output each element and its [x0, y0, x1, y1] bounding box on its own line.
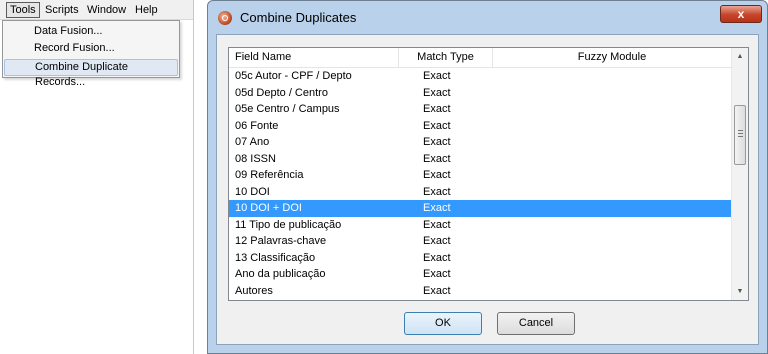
title-bar[interactable]: Combine Duplicates x — [208, 1, 767, 35]
table-row[interactable]: 05c Autor - CPF / Depto Exact — [229, 68, 732, 85]
menu-item-record-fusion[interactable]: Record Fusion... — [4, 40, 178, 57]
menu-scripts[interactable]: Scripts — [41, 3, 83, 17]
field-name-cell: 06 Fonte — [235, 119, 279, 132]
field-name-cell: Ano da publicação — [235, 268, 326, 280]
scroll-thumb[interactable] — [734, 105, 746, 165]
dialog-title: Combine Duplicates — [240, 10, 357, 25]
field-name-cell: 09 Referência — [235, 169, 304, 181]
app-separator — [193, 0, 207, 354]
menu-window[interactable]: Window — [83, 3, 130, 17]
match-type-cell: Exact — [423, 86, 451, 99]
table-row[interactable]: 10 DOI + DOI Exact — [229, 200, 732, 217]
column-header-field-name[interactable]: Field Name — [229, 48, 399, 67]
field-name-cell: 13 Classificação — [235, 251, 316, 264]
match-type-cell: Exact — [423, 185, 451, 198]
scroll-down-icon[interactable]: ▼ — [732, 283, 748, 300]
close-button[interactable]: x — [720, 5, 762, 23]
grip-icon — [738, 130, 743, 139]
field-name-cell: 05d Depto / Centro — [235, 86, 328, 99]
column-header-match-type[interactable]: Match Type — [399, 48, 493, 67]
match-type-cell: Exact — [423, 70, 451, 82]
tools-dropdown: Data Fusion... Record Fusion... Combine … — [2, 20, 180, 88]
match-type-cell: Exact — [423, 235, 451, 247]
app-background: Tools Scripts Window Help Data Fusion...… — [0, 0, 193, 354]
field-list[interactable]: Field Name Match Type Fuzzy Module 05c A… — [228, 47, 749, 301]
field-name-cell: 05e Centro / Campus — [235, 103, 340, 115]
vertical-scrollbar[interactable]: ▲ ▼ — [731, 48, 748, 300]
field-name-cell: 12 Palavras-chave — [235, 235, 327, 247]
menu-tools[interactable]: Tools — [6, 2, 40, 18]
match-type-cell: Exact — [423, 169, 451, 181]
table-row[interactable]: 12 Palavras-chave Exact — [229, 233, 732, 250]
table-row[interactable]: 05d Depto / Centro Exact — [229, 85, 732, 102]
app-icon — [218, 11, 232, 25]
menu-item-data-fusion[interactable]: Data Fusion... — [4, 23, 178, 40]
table-row[interactable]: Autores Exact — [229, 283, 732, 300]
combine-duplicates-dialog: Combine Duplicates x Field Name Match Ty… — [207, 0, 768, 354]
ok-button[interactable]: OK — [404, 312, 482, 335]
match-type-cell: Exact — [423, 136, 451, 148]
match-type-cell: Exact — [423, 202, 451, 214]
list-rows: 05c Autor - CPF / Depto Exact 05d Depto / … — [229, 68, 732, 300]
close-icon: x — [737, 7, 745, 21]
dialog-client: Field Name Match Type Fuzzy Module 05c A… — [216, 34, 759, 345]
field-name-cell: 08 ISSN — [235, 152, 276, 165]
scroll-up-icon[interactable]: ▲ — [732, 48, 748, 65]
table-row[interactable]: 10 DOI Exact — [229, 184, 732, 201]
match-type-cell: Exact — [423, 218, 451, 231]
menu-item-combine-duplicates[interactable]: Combine Duplicate Records... — [4, 59, 178, 88]
match-type-cell: Exact — [423, 152, 451, 165]
field-name-cell: 11 Tipo de publicação — [235, 218, 342, 231]
match-type-cell: Exact — [423, 251, 451, 264]
menu-help[interactable]: Help — [131, 3, 162, 17]
list-header: Field Name Match Type Fuzzy Module — [229, 48, 732, 68]
table-row[interactable]: 06 Fonte Exact — [229, 118, 732, 135]
match-type-cell: Exact — [423, 284, 451, 297]
field-name-cell: Autores — [235, 284, 273, 297]
field-name-cell: 10 DOI — [235, 185, 270, 198]
table-row[interactable]: 09 Referência Exact — [229, 167, 732, 184]
table-row[interactable]: 05e Centro / Campus Exact — [229, 101, 732, 118]
table-row[interactable]: Ano da publicação Exact — [229, 266, 732, 283]
field-name-cell: 07 Ano — [235, 136, 270, 148]
match-type-cell: Exact — [423, 268, 451, 280]
field-name-cell: 05c Autor - CPF / Depto — [235, 70, 352, 82]
table-row[interactable]: 08 ISSN Exact — [229, 151, 732, 168]
column-header-fuzzy-module[interactable]: Fuzzy Module — [493, 48, 732, 67]
match-type-cell: Exact — [423, 119, 451, 132]
table-row[interactable]: 07 Ano Exact — [229, 134, 732, 151]
menubar: Tools Scripts Window Help — [0, 0, 193, 20]
table-row[interactable]: 13 Classificação Exact — [229, 250, 732, 267]
cancel-button[interactable]: Cancel — [497, 312, 575, 335]
table-row[interactable]: 11 Tipo de publicação Exact — [229, 217, 732, 234]
match-type-cell: Exact — [423, 103, 451, 115]
field-name-cell: 10 DOI + DOI — [235, 202, 302, 214]
